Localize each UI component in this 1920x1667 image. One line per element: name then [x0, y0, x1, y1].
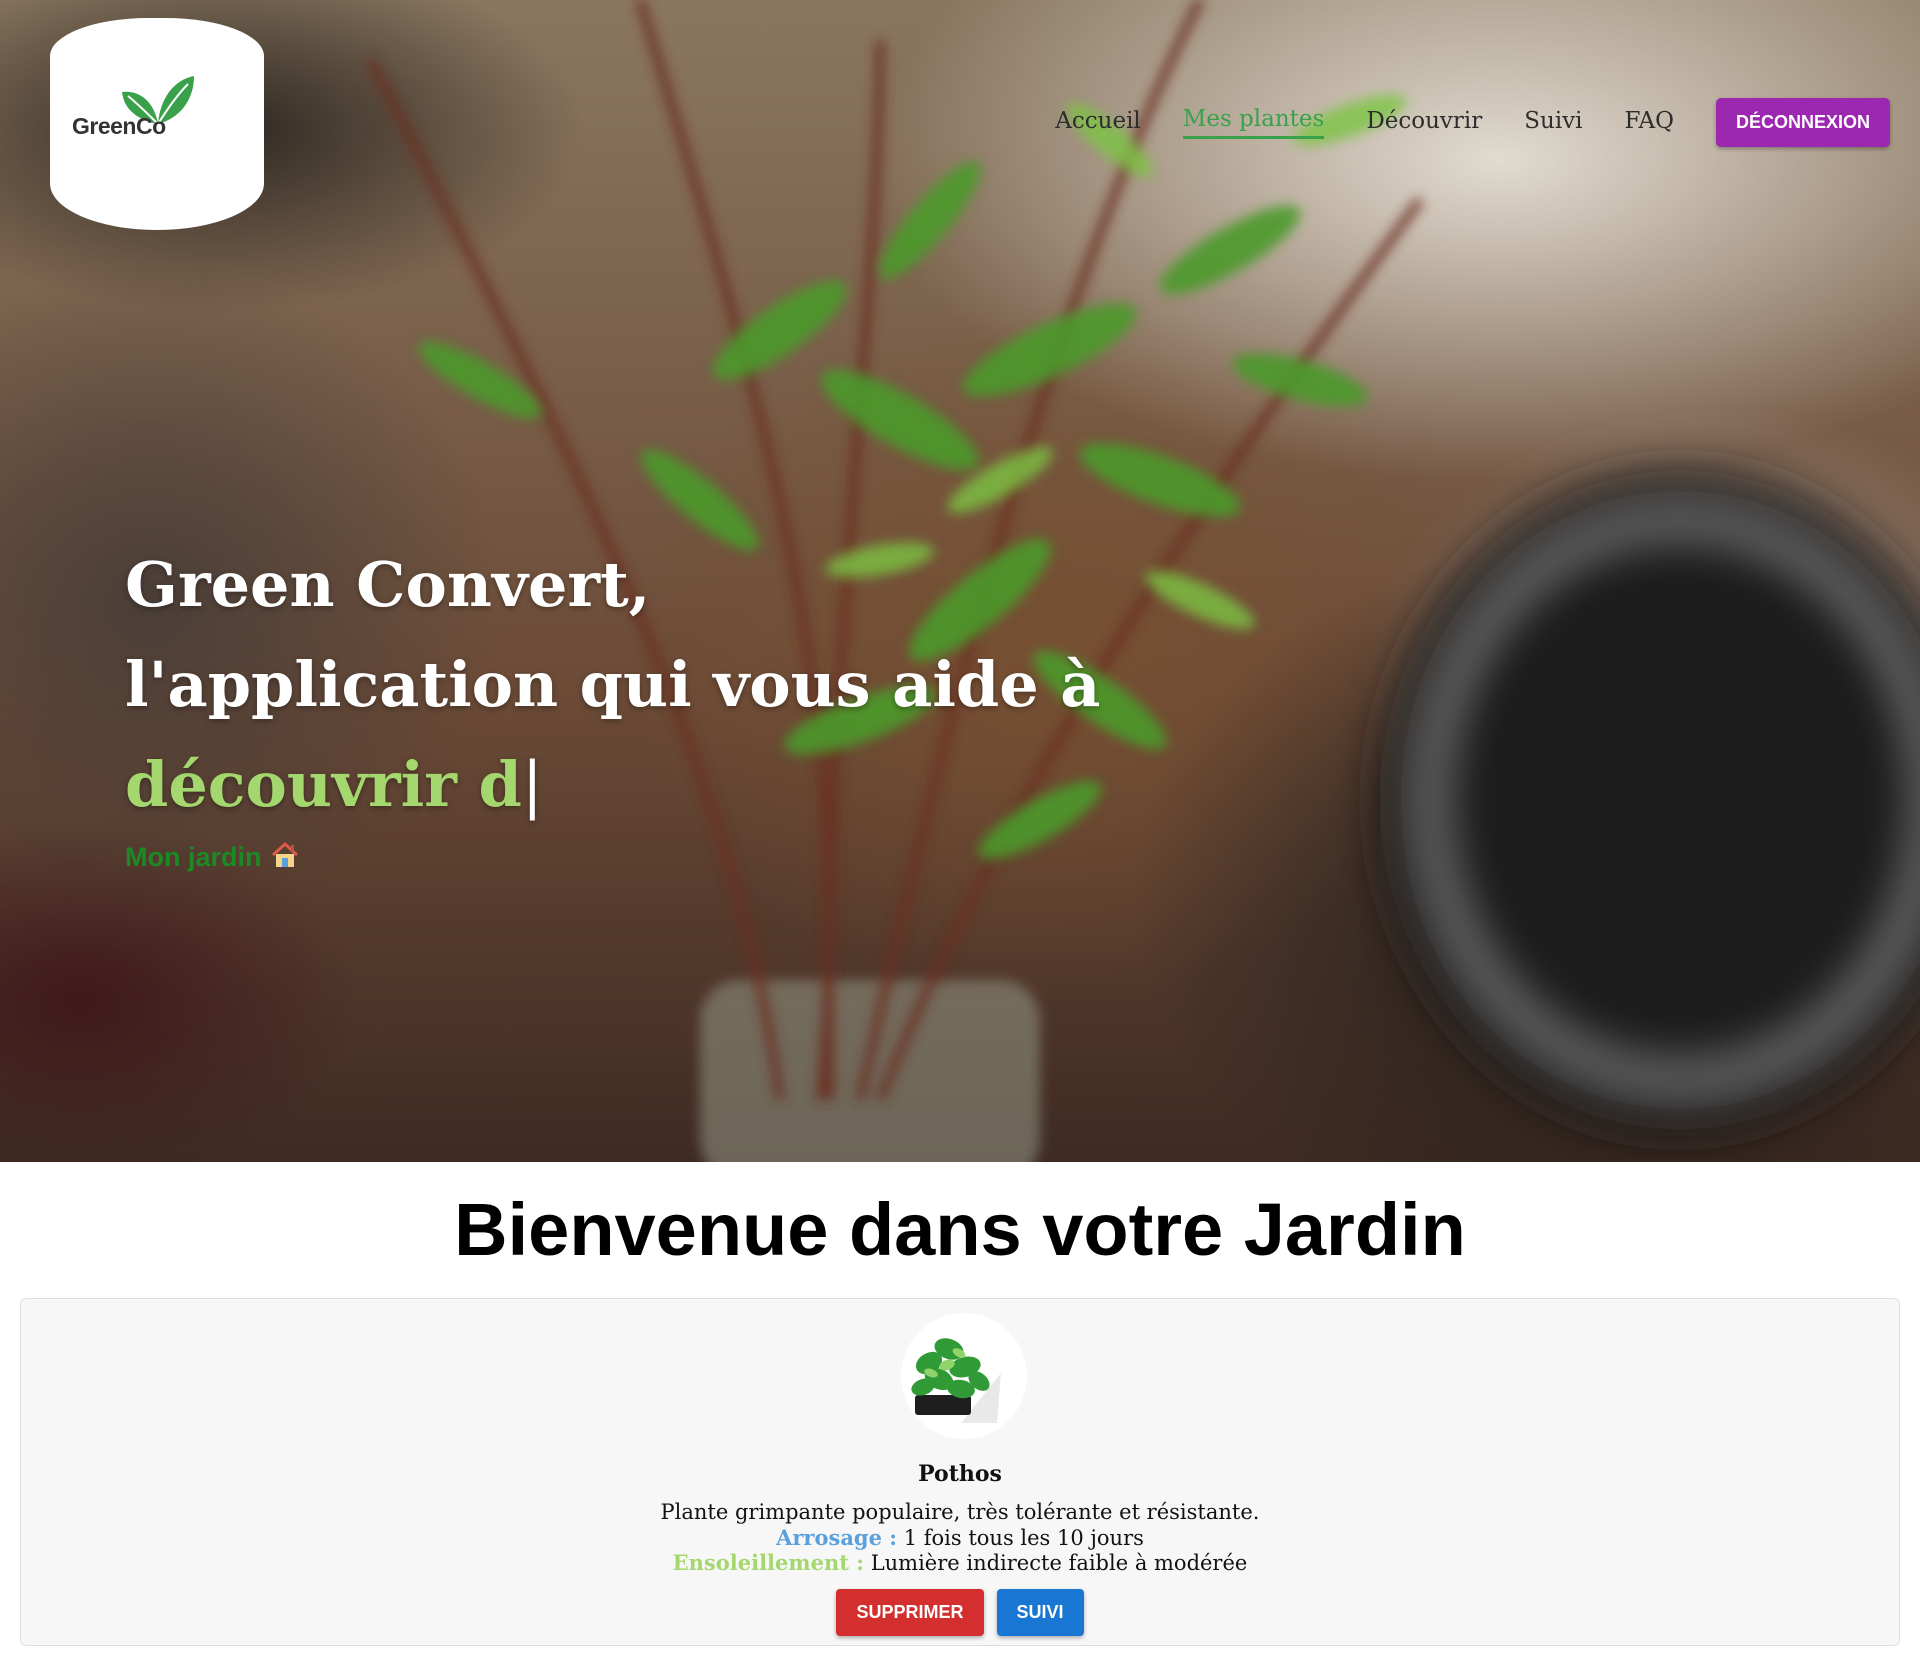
plant-card: Pothos Plante grimpante populaire, très … — [20, 1298, 1900, 1646]
watering-value: 1 fois tous les 10 jours — [903, 1526, 1144, 1550]
plant-image — [901, 1313, 1027, 1439]
greenco-logo[interactable]: GreenCo — [50, 18, 264, 230]
my-garden-link-label: Mon jardin — [125, 842, 262, 872]
nav-tracking[interactable]: Suivi — [1524, 108, 1582, 138]
hero-typed-text: découvrir d — [125, 748, 522, 821]
follow-button[interactable]: SUIVI — [996, 1589, 1084, 1636]
logo-text: GreenCo — [72, 113, 166, 139]
logout-button[interactable]: DÉCONNEXION — [1715, 98, 1890, 147]
sunlight-label: Ensoleillement : — [672, 1550, 865, 1575]
hero-headline-line-2: l'application qui vous aide à — [125, 648, 1101, 721]
plant-description: Plante grimpante populaire, très toléran… — [660, 1500, 1260, 1524]
nav-my-plants[interactable]: Mes plantes — [1182, 106, 1325, 139]
main-nav: Accueil Mes plantes Découvrir Suivi FAQ … — [1055, 98, 1890, 147]
house-icon — [270, 841, 300, 876]
page-title: Bienvenue dans votre Jardin — [454, 1188, 1466, 1271]
nav-faq[interactable]: FAQ — [1625, 108, 1674, 138]
plant-sunlight: Ensoleillement : Lumière indirecte faibl… — [21, 1550, 1899, 1575]
plant-watering: Arrosage : 1 fois tous les 10 jours — [21, 1525, 1899, 1550]
watering-label: Arrosage : — [776, 1525, 898, 1550]
hero-banner: Green Convert, l'application qui vous ai… — [0, 0, 1920, 1162]
hero-headline-line-1: Green Convert, — [125, 548, 651, 621]
hero-typewriter: découvrir d| — [125, 735, 1100, 835]
nav-home[interactable]: Accueil — [1055, 108, 1141, 138]
pothos-plant-icon — [911, 1338, 1001, 1423]
nav-discover[interactable]: Découvrir — [1366, 108, 1482, 138]
plant-actions: SUPPRIMER SUIVI — [21, 1589, 1899, 1636]
typing-caret: | — [521, 748, 543, 821]
hero-text: Green Convert, l'application qui vous ai… — [125, 535, 1100, 876]
my-garden-link[interactable]: Mon jardin — [125, 841, 300, 876]
sunlight-value: Lumière indirecte faible à modérée — [870, 1551, 1248, 1575]
plant-name: Pothos — [918, 1461, 1002, 1487]
delete-button[interactable]: SUPPRIMER — [836, 1589, 984, 1636]
